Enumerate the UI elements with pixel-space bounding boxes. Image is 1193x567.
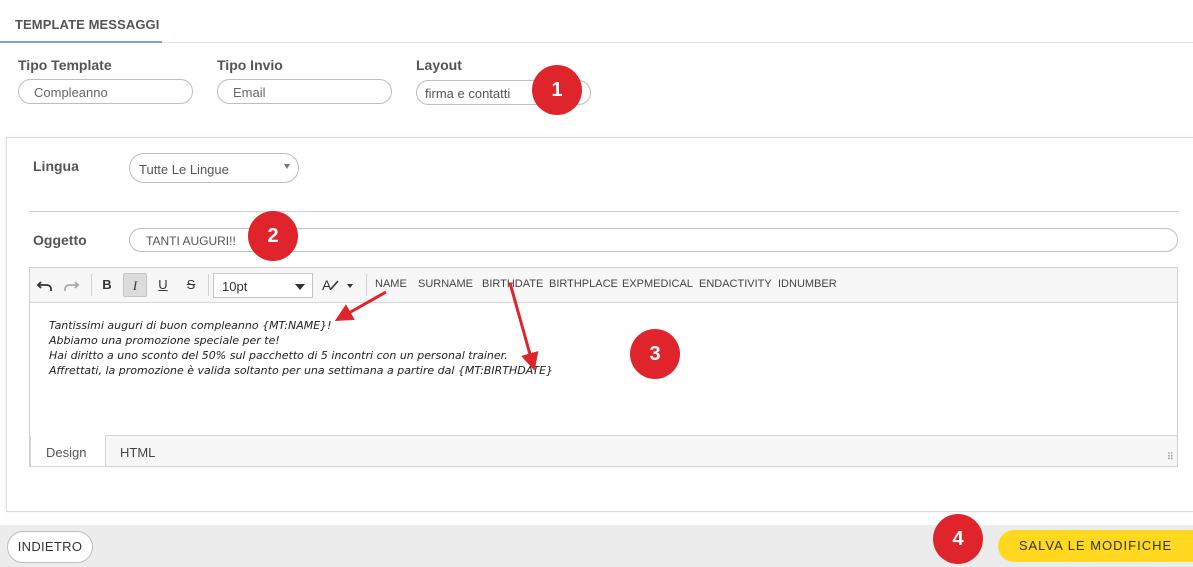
svg-text:A: A [322, 277, 332, 293]
variable-name-button[interactable]: NAME [375, 278, 407, 290]
footer-bar: INDIETRO SALVA LE MODIFICHE [0, 525, 1193, 567]
strikethrough-button[interactable]: S [179, 273, 203, 297]
tab-template-messaggi-label: TEMPLATE MESSAGGI [15, 17, 160, 32]
chevron-down-icon [284, 164, 290, 169]
toolbar-separator [91, 274, 92, 296]
tab-html[interactable]: HTML [120, 445, 155, 460]
lingua-select[interactable]: Tutte Le Lingue [129, 153, 299, 183]
content-line: Affrettati, la promozione è valida solta… [49, 364, 554, 377]
content-line: Tantissimi auguri di buon compleanno {MT… [49, 319, 332, 332]
italic-button[interactable]: I [123, 273, 147, 297]
tab-design[interactable]: Design [30, 435, 106, 467]
lingua-select-value: Tutte Le Lingue [139, 162, 229, 177]
editor-content[interactable]: Tantissimi auguri di buon compleanno {MT… [49, 318, 553, 378]
text-format-icon[interactable]: A [320, 273, 360, 297]
oggetto-label: Oggetto [33, 232, 87, 248]
tipo-template-label: Tipo Template [18, 57, 112, 73]
tipo-invio-input[interactable]: Email [217, 79, 392, 104]
tipo-invio-label: Tipo Invio [217, 57, 283, 73]
variable-endactivity-button[interactable]: ENDACTIVITY [699, 278, 772, 290]
divider [29, 211, 1179, 212]
layout-label: Layout [416, 57, 462, 73]
tipo-template-input[interactable]: Compleanno [18, 79, 193, 104]
undo-icon[interactable] [33, 273, 57, 297]
toolbar-separator [208, 274, 209, 296]
lingua-label: Lingua [33, 158, 79, 174]
variable-idnumber-button[interactable]: IDNUMBER [778, 278, 837, 290]
variable-surname-button[interactable]: SURNAME [418, 278, 473, 290]
tab-bar: TEMPLATE MESSAGGI [0, 0, 1193, 43]
save-button[interactable]: SALVA LE MODIFICHE [998, 530, 1193, 562]
content-line: Hai diritto a uno sconto del 50% sul pac… [49, 349, 508, 362]
variable-birthdate-button[interactable]: BIRTHDATE [482, 278, 543, 290]
variable-birthplace-button[interactable]: BIRTHPLACE [549, 278, 618, 290]
message-panel: Lingua Tutte Le Lingue Oggetto TANTI AUG… [6, 137, 1193, 512]
content-line: Abbiamo una promozione speciale per te! [49, 334, 280, 347]
editor-toolbar: B I U S 10pt A NAME SURNAME BIRTHDATE BI… [30, 268, 1177, 303]
rich-text-editor: B I U S 10pt A NAME SURNAME BIRTHDATE BI… [29, 267, 1178, 467]
chevron-down-icon [295, 284, 305, 290]
annotation-badge: 2 [248, 211, 298, 261]
bold-button[interactable]: B [95, 273, 119, 297]
underline-button[interactable]: U [151, 273, 175, 297]
editor-mode-tabs: Design HTML ⠿ [30, 435, 1177, 467]
annotation-badge: 1 [532, 65, 582, 115]
redo-icon[interactable] [59, 273, 83, 297]
back-button[interactable]: INDIETRO [7, 531, 93, 563]
annotation-badge: 4 [933, 514, 983, 564]
variable-expmedical-button[interactable]: EXPMEDICAL [622, 278, 693, 290]
tab-template-messaggi[interactable]: TEMPLATE MESSAGGI [0, 0, 162, 43]
resize-grip-icon[interactable]: ⠿ [1161, 453, 1174, 463]
annotation-badge: 3 [630, 329, 680, 379]
toolbar-separator [366, 274, 367, 296]
font-size-select[interactable]: 10pt [213, 273, 313, 298]
font-size-value: 10pt [222, 279, 248, 294]
